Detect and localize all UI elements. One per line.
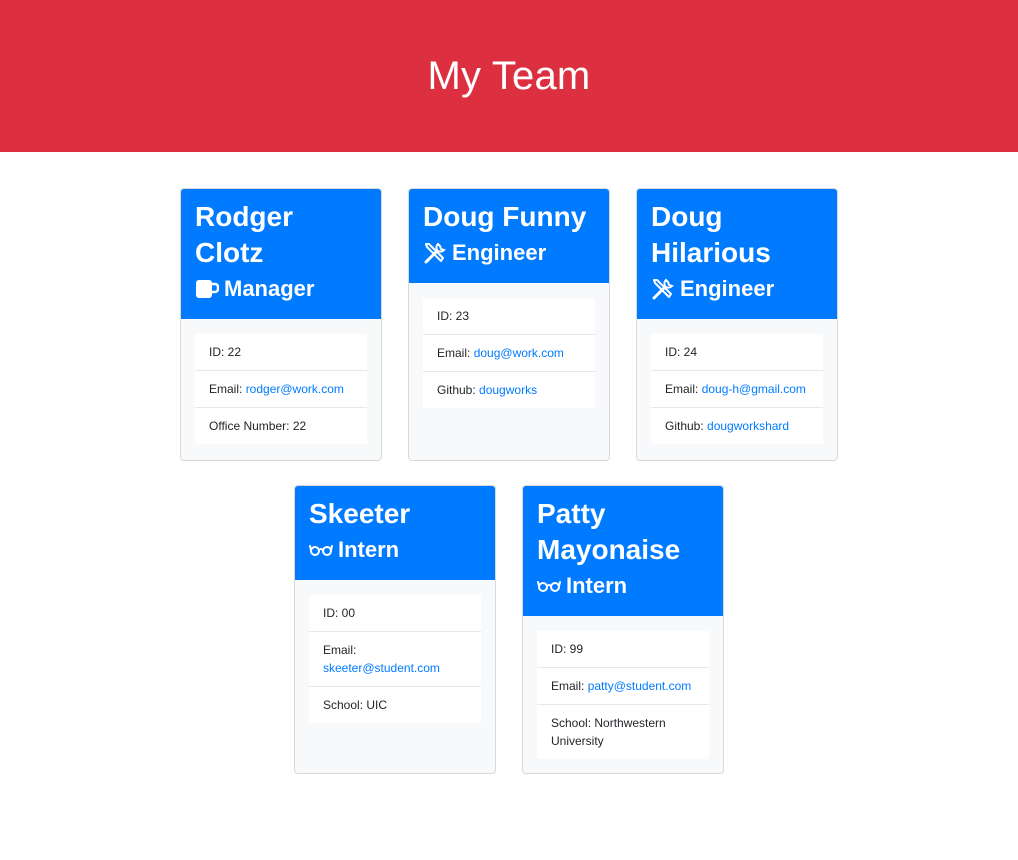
employee-role: Intern <box>309 534 481 566</box>
card-header: Skeeter Intern <box>295 486 495 580</box>
id-label: ID: <box>323 606 342 620</box>
email-label: Email: <box>323 643 357 657</box>
employee-card-intern: Patty Mayonaise Intern ID: 99 Email: pat… <box>522 485 724 774</box>
glasses-icon <box>537 581 561 592</box>
employee-card-engineer: Doug Funny Engineer ID: 23 Email: doug@w… <box>408 188 610 461</box>
email-link[interactable]: rodger@work.com <box>246 382 344 396</box>
id-value: 24 <box>683 345 698 359</box>
card-header: Rodger Clotz Manager <box>181 189 381 319</box>
github-link[interactable]: dougworkshard <box>707 419 789 433</box>
employee-card-intern: Skeeter Intern ID: 00 Email: skeeter@stu… <box>294 485 496 774</box>
card-body: ID: 22 Email: rodger@work.com Office Num… <box>181 319 381 459</box>
employee-school: School: Northwestern University <box>537 704 709 759</box>
tools-icon <box>652 278 674 300</box>
id-value: 22 <box>227 345 242 359</box>
email-link[interactable]: skeeter@student.com <box>323 661 440 675</box>
employee-office-number: Office Number: 22 <box>195 407 367 444</box>
id-label: ID: <box>209 345 228 359</box>
employee-email: Email: patty@student.com <box>537 667 709 704</box>
employee-details: ID: 24 Email: doug-h@gmail.com Github: d… <box>651 334 823 444</box>
employee-name: Doug Hilarious <box>651 201 771 268</box>
employee-github: Github: dougworks <box>423 371 595 408</box>
office-number-value: 22 <box>292 419 307 433</box>
employee-name: Patty Mayonaise <box>537 498 681 565</box>
email-link[interactable]: doug@work.com <box>474 346 564 360</box>
school-value: UIC <box>366 698 388 712</box>
github-link[interactable]: dougworks <box>479 383 537 397</box>
github-label: Github: <box>665 419 708 433</box>
employee-name: Doug Funny <box>423 201 587 232</box>
employee-role: Engineer <box>423 237 595 269</box>
email-link[interactable]: patty@student.com <box>588 679 692 693</box>
id-value: 23 <box>455 309 470 323</box>
email-label: Email: <box>437 346 474 360</box>
employee-details: ID: 00 Email: skeeter@student.com School… <box>309 595 481 723</box>
role-label: Manager <box>224 276 315 301</box>
id-label: ID: <box>665 345 684 359</box>
office-number-label: Office Number: <box>209 419 293 433</box>
employee-details: ID: 99 Email: patty@student.com School: … <box>537 631 709 759</box>
employee-role: Engineer <box>651 273 823 305</box>
card-body: ID: 00 Email: skeeter@student.com School… <box>295 580 495 738</box>
card-header: Doug Funny Engineer <box>409 189 609 283</box>
id-value: 99 <box>569 642 584 656</box>
employee-id: ID: 23 <box>423 298 595 334</box>
role-label: Engineer <box>680 276 775 301</box>
card-body: ID: 24 Email: doug-h@gmail.com Github: d… <box>637 319 837 459</box>
employee-name: Rodger Clotz <box>195 201 293 268</box>
email-label: Email: <box>209 382 246 396</box>
id-label: ID: <box>551 642 570 656</box>
employee-github: Github: dougworkshard <box>651 407 823 444</box>
employee-role: Intern <box>537 570 709 602</box>
employee-id: ID: 00 <box>309 595 481 631</box>
employee-card-manager: Rodger Clotz Manager ID: 22 Email: rodge… <box>180 188 382 461</box>
page-header: My Team <box>0 0 1018 152</box>
school-label: School: <box>323 698 367 712</box>
employee-id: ID: 99 <box>537 631 709 667</box>
mug-icon <box>196 280 219 298</box>
email-link[interactable]: doug-h@gmail.com <box>702 382 806 396</box>
card-header: Doug Hilarious Engineer <box>637 189 837 319</box>
id-label: ID: <box>437 309 456 323</box>
glasses-icon <box>309 545 333 556</box>
role-label: Intern <box>566 573 628 598</box>
email-label: Email: <box>551 679 588 693</box>
role-label: Engineer <box>452 240 547 265</box>
school-label: School: <box>551 716 595 730</box>
role-label: Intern <box>338 537 400 562</box>
employee-email: Email: skeeter@student.com <box>309 631 481 686</box>
team-cards: Rodger Clotz Manager ID: 22 Email: rodge… <box>0 152 1018 860</box>
card-body: ID: 99 Email: patty@student.com School: … <box>523 616 723 773</box>
tools-icon <box>424 242 446 264</box>
employee-email: Email: doug@work.com <box>423 334 595 371</box>
employee-card-engineer: Doug Hilarious Engineer ID: 24 Email: do… <box>636 188 838 461</box>
github-label: Github: <box>437 383 480 397</box>
employee-name: Skeeter <box>309 498 411 529</box>
employee-email: Email: rodger@work.com <box>195 370 367 407</box>
card-body: ID: 23 Email: doug@work.com Github: doug… <box>409 283 609 423</box>
employee-id: ID: 24 <box>651 334 823 370</box>
card-header: Patty Mayonaise Intern <box>523 486 723 616</box>
page-title: My Team <box>427 53 591 98</box>
employee-school: School: UIC <box>309 686 481 723</box>
employee-details: ID: 23 Email: doug@work.com Github: doug… <box>423 298 595 408</box>
employee-details: ID: 22 Email: rodger@work.com Office Num… <box>195 334 367 444</box>
employee-id: ID: 22 <box>195 334 367 370</box>
employee-email: Email: doug-h@gmail.com <box>651 370 823 407</box>
employee-role: Manager <box>195 273 367 305</box>
email-label: Email: <box>665 382 702 396</box>
id-value: 00 <box>341 606 356 620</box>
